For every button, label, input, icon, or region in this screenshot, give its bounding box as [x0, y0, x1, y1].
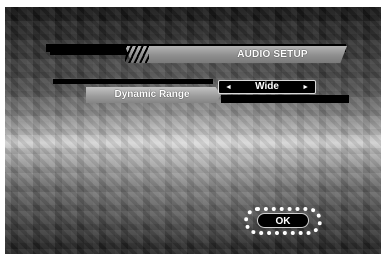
ok-button[interactable]: OK — [257, 213, 309, 228]
left-arrow-icon[interactable]: ◄ — [225, 83, 232, 92]
header-stripes — [125, 46, 149, 63]
setup-screen: AUDIO SETUP Dynamic Range ◄ Wide ► OK — [5, 7, 381, 254]
header-bar-thin — [50, 52, 130, 55]
row-bar-top — [53, 79, 213, 84]
dynamic-range-selector[interactable]: ◄ Wide ► — [218, 80, 316, 94]
menu-title: AUDIO SETUP — [237, 49, 308, 60]
row-bar-long — [221, 95, 349, 103]
right-arrow-icon[interactable]: ► — [302, 83, 309, 92]
dynamic-range-label: Dynamic Range — [114, 89, 190, 100]
dynamic-range-value: Wide — [255, 81, 279, 92]
